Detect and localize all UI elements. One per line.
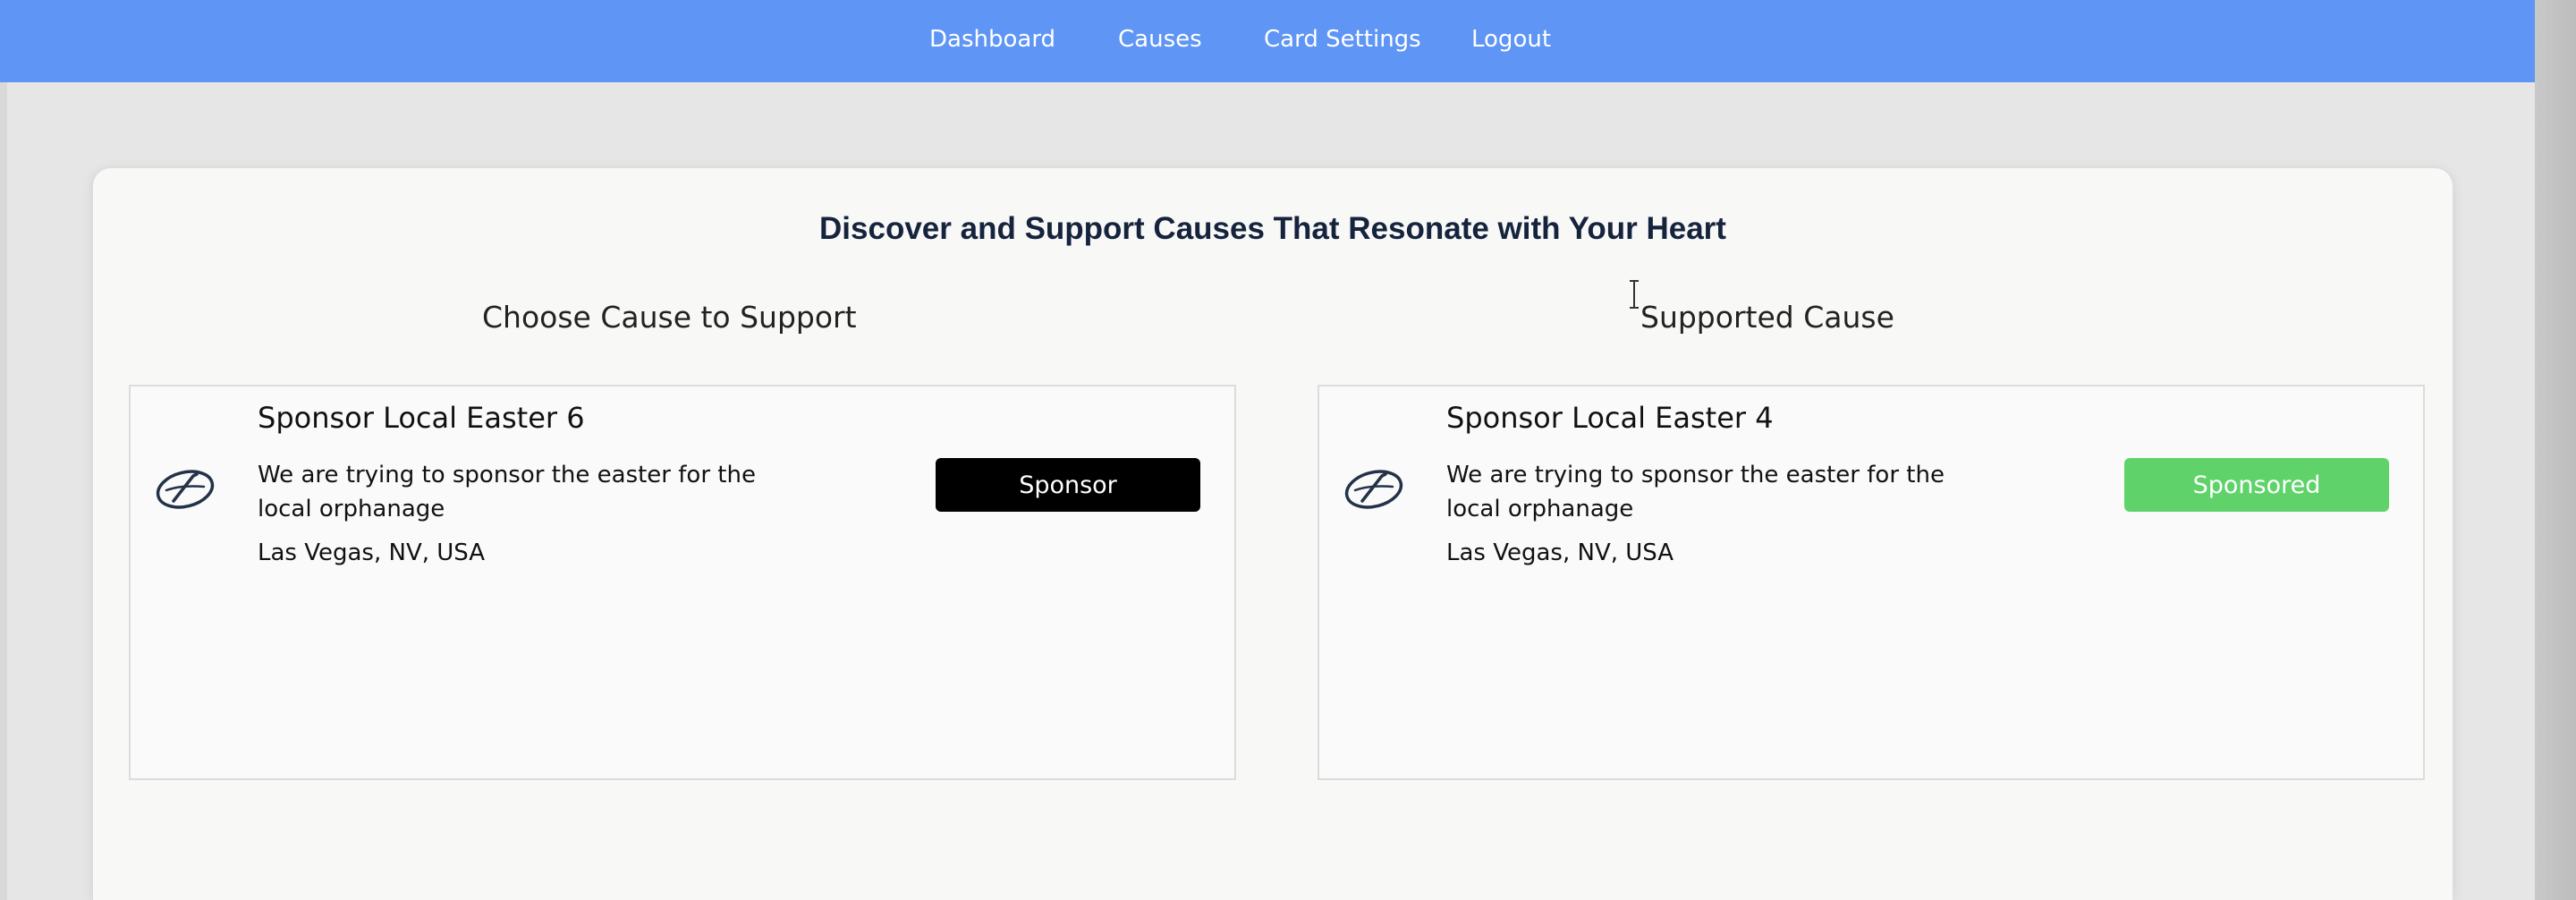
cause-location: Las Vegas, NV, USA bbox=[258, 539, 486, 566]
cause-card-supported: Sponsor Local Easter 4 We are trying to … bbox=[1318, 385, 2425, 780]
top-navbar: Dashboard Causes Card Settings Logout bbox=[0, 0, 2535, 82]
supported-cause-title: Supported Cause bbox=[1640, 300, 1894, 335]
nav-card-settings-link[interactable]: Card Settings bbox=[1264, 23, 1421, 55]
cause-description: We are trying to sponsor the easter for … bbox=[1446, 462, 1945, 522]
text-cursor-icon bbox=[1630, 280, 1639, 309]
cause-location: Las Vegas, NV, USA bbox=[1446, 539, 1674, 566]
sponsored-button[interactable]: Sponsored bbox=[2124, 458, 2389, 512]
cause-card-available: Sponsor Local Easter 6 We are trying to … bbox=[129, 385, 1236, 780]
cause-logo-icon bbox=[156, 470, 215, 509]
cause-logo-icon bbox=[1344, 470, 1403, 509]
cause-name: Sponsor Local Easter 4 bbox=[1446, 401, 1774, 435]
choose-cause-title: Choose Cause to Support bbox=[482, 300, 857, 335]
nav-logout-link[interactable]: Logout bbox=[1471, 23, 1551, 55]
window-edge-left bbox=[0, 0, 7, 900]
nav-causes-link[interactable]: Causes bbox=[1118, 23, 1202, 55]
sponsor-button[interactable]: Sponsor bbox=[936, 458, 1200, 512]
causes-panel: Discover and Support Causes That Resonat… bbox=[93, 168, 2453, 900]
cause-name: Sponsor Local Easter 6 bbox=[258, 401, 585, 435]
page-heading: Discover and Support Causes That Resonat… bbox=[819, 211, 1726, 246]
nav-dashboard-link[interactable]: Dashboard bbox=[929, 23, 1055, 55]
window-scroll-edge bbox=[2535, 0, 2576, 900]
cause-description: We are trying to sponsor the easter for … bbox=[258, 462, 756, 522]
